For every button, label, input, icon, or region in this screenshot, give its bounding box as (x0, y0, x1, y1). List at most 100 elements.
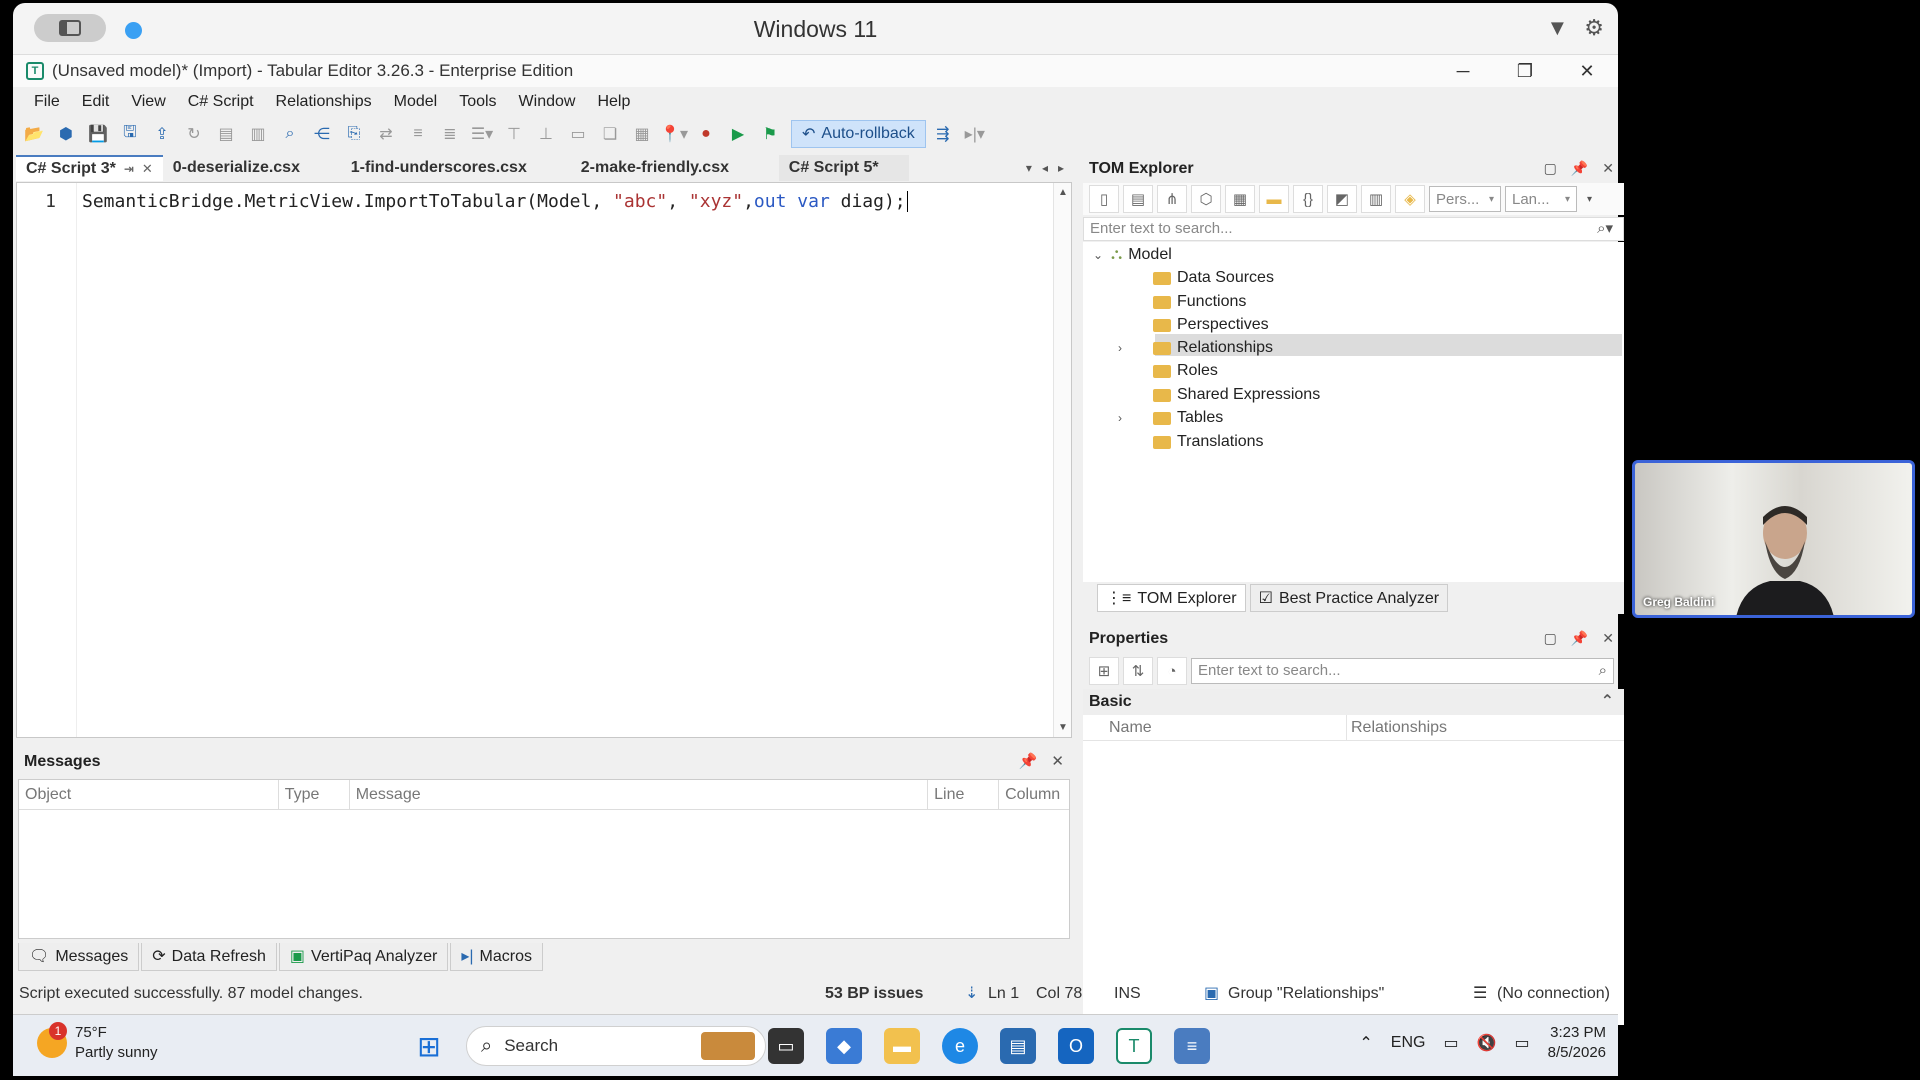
chevron-right-icon[interactable]: › (1113, 407, 1127, 429)
battery-icon[interactable]: ▭ (1514, 1033, 1529, 1053)
close-icon[interactable]: ✕ (1602, 160, 1614, 177)
tree-node-shared-expressions[interactable]: Shared Expressions (1133, 384, 1320, 406)
run-selection-icon[interactable]: ⚑ (755, 120, 785, 148)
perspective-dropdown[interactable]: Pers... ▾ (1429, 186, 1501, 212)
show-measures-icon[interactable]: ▯ (1089, 185, 1119, 213)
menu-edit[interactable]: Edit (71, 89, 121, 115)
expression-icon[interactable]: {} (1293, 185, 1323, 213)
float-icon[interactable]: ▢ (1544, 160, 1557, 177)
tree-node-roles[interactable]: Roles (1133, 360, 1218, 382)
pin-icon[interactable]: 📍▾ (659, 120, 689, 148)
tree-node-data-sources[interactable]: Data Sources (1133, 267, 1274, 289)
calendar-icon[interactable]: ▦ (1225, 185, 1255, 213)
tree-node-translations[interactable]: Translations (1133, 431, 1264, 453)
partitions-icon[interactable]: ⬡ (1191, 185, 1221, 213)
tab-tom-explorer[interactable]: ⋮≡ TOM Explorer (1097, 584, 1246, 612)
tree-node-model[interactable]: ⌄ ⛬ Model (1091, 244, 1172, 266)
pin-icon[interactable]: 📌 (1019, 752, 1038, 770)
chevron-down-icon[interactable]: ▾ (1587, 194, 1592, 205)
record-icon[interactable]: ● (691, 120, 721, 148)
outdent-icon[interactable]: ≣ (435, 120, 465, 148)
pin-icon[interactable]: 📌 (1571, 630, 1588, 647)
table-icon[interactable]: ▥ (1361, 185, 1391, 213)
sort-alphabetical-icon[interactable]: ⇅ (1123, 657, 1153, 685)
pin-icon[interactable]: ⇥ (124, 156, 134, 182)
network-icon[interactable]: ▭ (1443, 1033, 1458, 1053)
close-button[interactable]: ✕ (1556, 55, 1618, 87)
hidden-icon[interactable]: ◩ (1327, 185, 1357, 213)
column-header-object[interactable]: Object (19, 780, 279, 809)
paste-icon[interactable]: ▥ (243, 120, 273, 148)
edge-icon[interactable]: e (942, 1028, 978, 1064)
close-icon[interactable]: ✕ (1051, 752, 1064, 770)
tom-search-input[interactable]: Enter text to search... ⌕▾ (1083, 217, 1624, 241)
find-icon[interactable]: ⌕ (275, 120, 305, 148)
bp-issues[interactable]: 53 BP issues (825, 979, 923, 1009)
properties-search-input[interactable]: Enter text to search... ⌕ (1191, 658, 1614, 684)
tab-macros[interactable]: ▸| Macros (450, 943, 543, 971)
format-icon[interactable]: ⎘ (339, 120, 369, 148)
save-icon[interactable]: 💾 (83, 120, 113, 148)
column-header-message[interactable]: Message (350, 780, 929, 809)
language-dropdown[interactable]: Lan... ▾ (1505, 186, 1577, 212)
chevron-up-icon[interactable]: ⌃ (1359, 1033, 1372, 1053)
property-pages-icon[interactable]: ◔ (1157, 657, 1187, 685)
grid-icon[interactable]: ▦ (627, 120, 657, 148)
tab-vertipaq-analyzer[interactable]: ▣ VertiPaq Analyzer (278, 943, 449, 971)
properties-grid[interactable]: Basic ⌃ Name Relationships (1083, 689, 1624, 1025)
tabular-editor-taskbar-icon[interactable]: T (1116, 1028, 1152, 1064)
vertical-scrollbar[interactable]: ▲ ▼ (1053, 183, 1071, 737)
minimize-button[interactable]: ─ (1432, 55, 1494, 87)
diagram-icon[interactable]: ⋲ (307, 120, 337, 148)
chevron-up-icon[interactable]: ⌃ (1601, 689, 1614, 715)
tab-find-underscores[interactable]: 1-find-underscores.csx (341, 155, 571, 181)
menu-csharp-script[interactable]: C# Script (177, 89, 265, 115)
load-model-icon[interactable]: ⬢ (51, 120, 81, 148)
tab-list-icon[interactable]: ▾ (1026, 155, 1032, 181)
menu-tools[interactable]: Tools (448, 89, 507, 115)
category-header[interactable]: Basic ⌃ (1083, 689, 1624, 715)
tab-deserialize[interactable]: 0-deserialize.csx (163, 155, 341, 181)
new-document-icon[interactable]: ▤ (211, 120, 241, 148)
chevron-right-icon[interactable]: › (1113, 337, 1127, 359)
outlook-icon[interactable]: O (1058, 1028, 1094, 1064)
tab-best-practice-analyzer[interactable]: ☑ Best Practice Analyzer (1249, 584, 1449, 612)
panel-icon[interactable]: ▭ (563, 120, 593, 148)
file-explorer-icon[interactable]: ▬ (884, 1028, 920, 1064)
property-value[interactable]: Relationships (1347, 715, 1447, 740)
replace-icon[interactable]: ⇄ (371, 120, 401, 148)
clock[interactable]: 3:23 PM 8/5/2026 (1548, 1023, 1606, 1063)
pin-icon[interactable]: 📌 (1571, 160, 1588, 177)
scroll-left-icon[interactable]: ◂ (1042, 155, 1048, 181)
refresh-icon[interactable]: ↻ (179, 120, 209, 148)
messages-grid[interactable]: Object Type Message Line Column (18, 779, 1070, 939)
run-icon[interactable]: ▶ (723, 120, 753, 148)
menu-window[interactable]: Window (508, 89, 587, 115)
connection-status[interactable]: (No connection) (1497, 979, 1610, 1009)
indent-icon[interactable]: ≡ (403, 120, 433, 148)
auto-rollback-button[interactable]: ↶ Auto-rollback (791, 120, 926, 148)
column-header-type[interactable]: Type (279, 780, 350, 809)
column-header-column[interactable]: Column (999, 780, 1069, 809)
restore-button[interactable]: ❐ (1494, 55, 1556, 87)
close-icon[interactable]: ✕ (1602, 630, 1614, 647)
weather-widget[interactable]: 1 75°F Partly sunny (37, 1022, 158, 1063)
search-icon[interactable]: ⌕ (1599, 659, 1607, 683)
start-icon[interactable]: ⊞ (411, 1028, 447, 1064)
menu-help[interactable]: Help (586, 89, 641, 115)
deploy-icon[interactable]: ⇪ (147, 120, 177, 148)
search-icon[interactable]: ⌕▾ (1597, 218, 1613, 240)
hierarchy-icon[interactable]: ⋔ (1157, 185, 1187, 213)
message-icon[interactable]: ❏ (595, 120, 625, 148)
tab-data-refresh[interactable]: ⟳ Data Refresh (141, 943, 277, 971)
scroll-up-icon[interactable]: ▲ (1054, 187, 1072, 198)
gear-icon[interactable]: ⚙ (1584, 15, 1604, 41)
menu-file[interactable]: File (23, 89, 71, 115)
align-icon[interactable]: ⊥ (531, 120, 561, 148)
task-view-icon[interactable]: ▭ (768, 1028, 804, 1064)
open-folder-icon[interactable]: 📂 (19, 120, 49, 148)
m365-icon[interactable]: ◆ (826, 1028, 862, 1064)
notepad-icon[interactable]: ≡ (1174, 1028, 1210, 1064)
filter-icon[interactable]: ◈ (1395, 185, 1425, 213)
column-header-line[interactable]: Line (928, 780, 1000, 809)
